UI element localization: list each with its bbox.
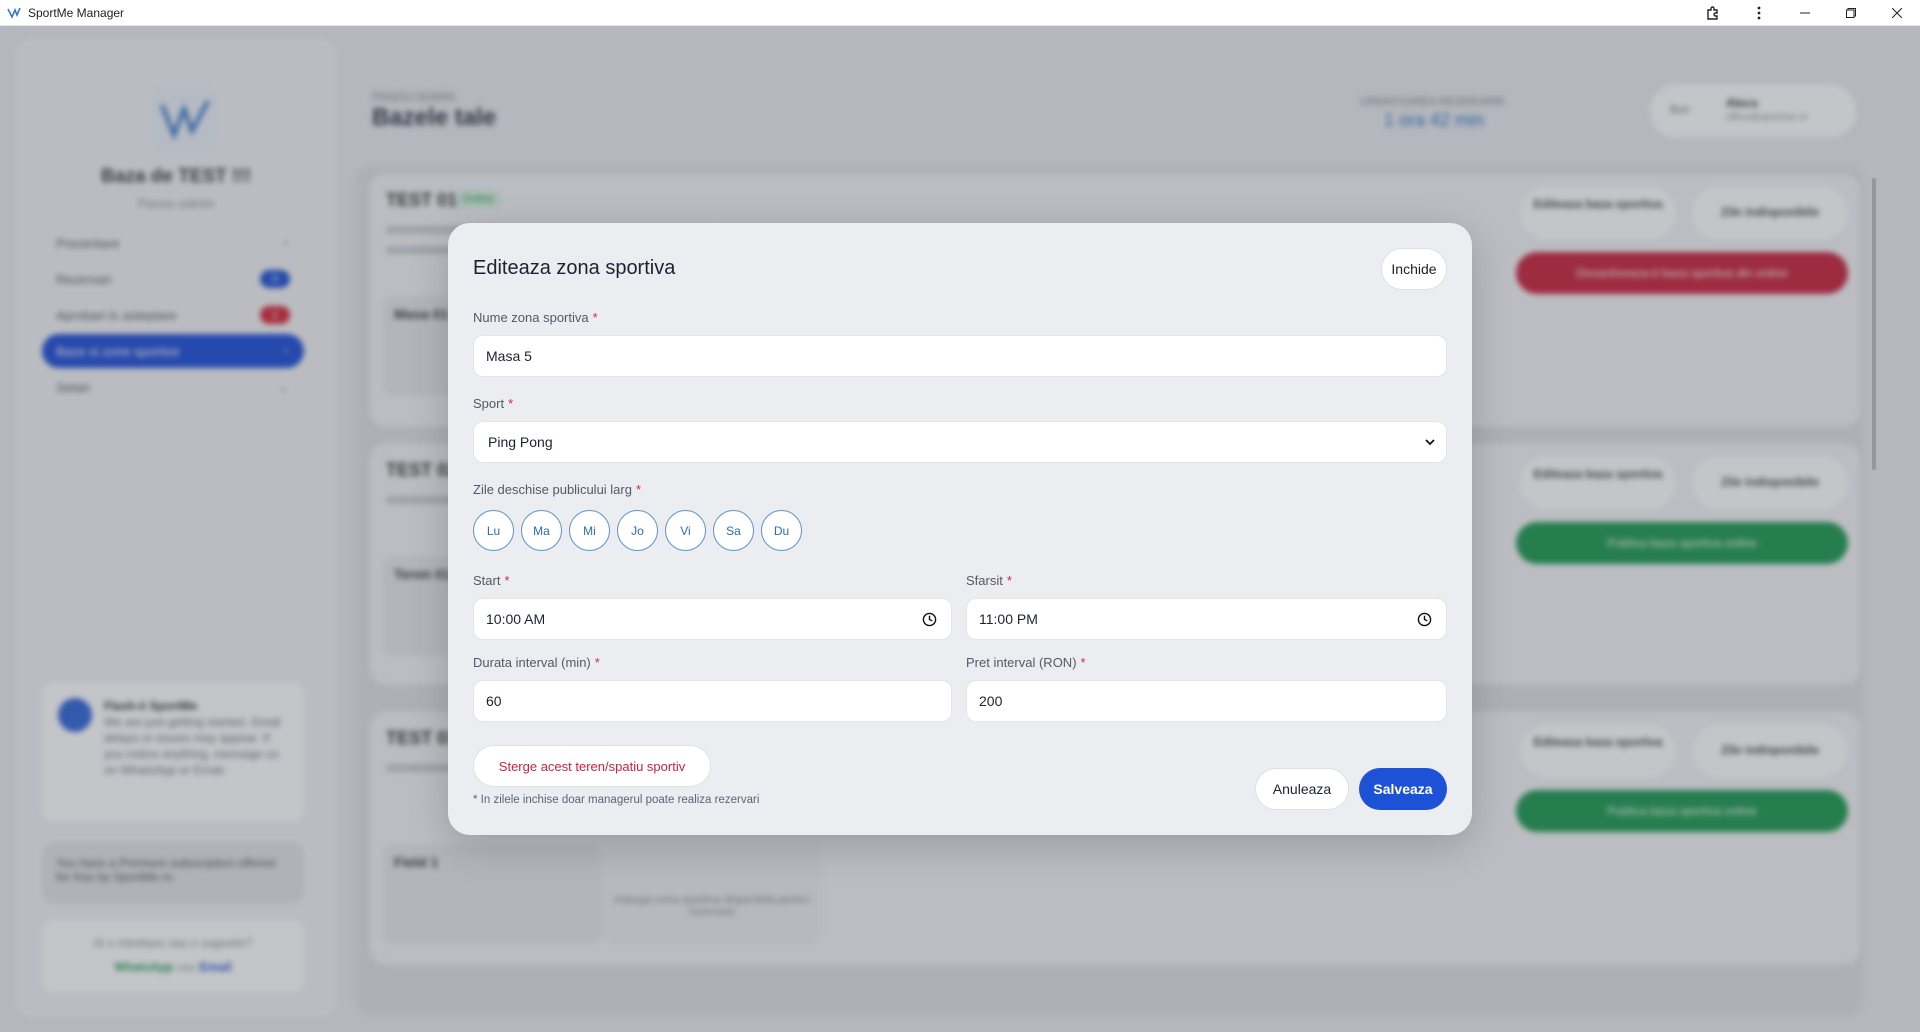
- maximize-icon[interactable]: [1828, 0, 1874, 26]
- cancel-button[interactable]: Anuleaza: [1255, 768, 1349, 810]
- start-label-text: Start: [473, 573, 501, 588]
- name-label-text: Nume zona sportiva: [473, 310, 589, 325]
- more-vertical-icon[interactable]: [1736, 0, 1782, 26]
- days-label: Zile deschise publicului larg *: [473, 482, 641, 497]
- close-icon[interactable]: [1874, 0, 1920, 26]
- duration-label: Durata interval (min) *: [473, 655, 600, 670]
- sport-selected-value: Ping Pong: [488, 434, 553, 450]
- chevron-down-icon: [1425, 439, 1435, 446]
- end-time-input[interactable]: 11:00 PM: [966, 598, 1447, 640]
- price-label-text: Pret interval (RON): [966, 655, 1077, 670]
- price-label: Pret interval (RON) *: [966, 655, 1086, 670]
- duration-input[interactable]: [473, 680, 952, 722]
- day-saturday[interactable]: Sa: [713, 510, 754, 551]
- close-button[interactable]: Inchide: [1381, 248, 1447, 290]
- day-monday[interactable]: Lu: [473, 510, 514, 551]
- day-wednesday[interactable]: Mi: [569, 510, 610, 551]
- window-title: SportMe Manager: [28, 5, 125, 20]
- save-button[interactable]: Salveaza: [1359, 768, 1447, 810]
- sport-select[interactable]: Ping Pong: [473, 421, 1447, 463]
- required-mark: *: [594, 655, 600, 670]
- day-tuesday[interactable]: Ma: [521, 510, 562, 551]
- end-label: Sfarsit *: [966, 573, 1012, 588]
- start-label: Start *: [473, 573, 510, 588]
- required-mark: *: [1080, 655, 1086, 670]
- day-thursday[interactable]: Jo: [617, 510, 658, 551]
- delete-zone-button[interactable]: Sterge acest teren/spatiu sportiv: [473, 745, 711, 787]
- price-input[interactable]: [966, 680, 1447, 722]
- name-label: Nume zona sportiva *: [473, 310, 598, 325]
- end-time-value: 11:00 PM: [979, 611, 1038, 627]
- required-mark: *: [504, 573, 510, 588]
- day-sunday[interactable]: Du: [761, 510, 802, 551]
- minimize-icon[interactable]: [1782, 0, 1828, 26]
- window-titlebar: SportMe Manager: [0, 0, 1920, 26]
- start-time-input[interactable]: 10:00 AM: [473, 598, 952, 640]
- edit-zone-modal: Editeaza zona sportiva Inchide Nume zona…: [448, 223, 1472, 835]
- required-mark: *: [592, 310, 598, 325]
- closed-days-note: * In zilele inchise doar managerul poate…: [473, 794, 760, 806]
- days-label-text: Zile deschise publicului larg: [473, 482, 632, 497]
- days-selector: Lu Ma Mi Jo Vi Sa Du: [473, 510, 802, 551]
- duration-label-text: Durata interval (min): [473, 655, 591, 670]
- end-label-text: Sfarsit: [966, 573, 1003, 588]
- required-mark: *: [635, 482, 642, 497]
- start-time-value: 10:00 AM: [486, 611, 546, 627]
- sport-label-text: Sport: [473, 396, 505, 411]
- modal-title: Editeaza zona sportiva: [473, 257, 676, 279]
- sport-label: Sport *: [473, 396, 513, 411]
- day-friday[interactable]: Vi: [665, 510, 706, 551]
- extensions-icon[interactable]: [1690, 0, 1736, 26]
- clock-icon[interactable]: [922, 612, 937, 627]
- required-mark: *: [1006, 573, 1012, 588]
- clock-icon[interactable]: [1417, 612, 1432, 627]
- zone-name-input[interactable]: [473, 335, 1447, 377]
- required-mark: *: [508, 396, 514, 411]
- app-logo-icon: [7, 7, 21, 19]
